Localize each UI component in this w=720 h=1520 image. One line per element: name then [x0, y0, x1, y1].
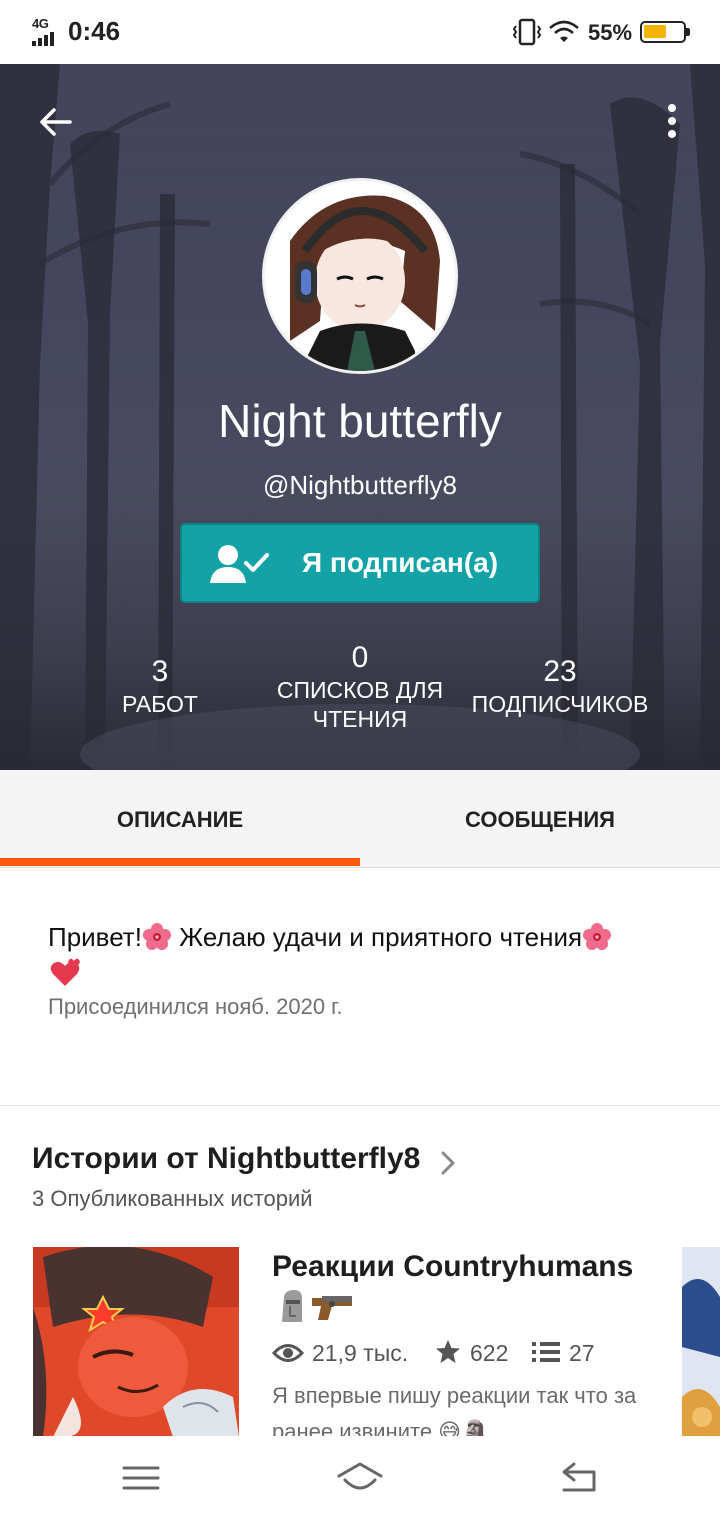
stat-followers-value: 23	[543, 655, 577, 688]
more-vertical-icon[interactable]	[658, 100, 686, 144]
bio-text: Привет! Желаю удачи и приятного чтения	[48, 918, 688, 994]
story-cover-next[interactable]	[682, 1247, 720, 1437]
story-cover[interactable]	[33, 1247, 239, 1437]
avatar[interactable]	[262, 178, 458, 374]
moai-icon	[282, 1290, 302, 1322]
tab-messages[interactable]: СООБЩЕНИЯ	[360, 770, 720, 868]
back-icon[interactable]	[554, 1458, 604, 1498]
user-check-icon	[210, 545, 269, 583]
two-hearts-icon	[50, 958, 80, 986]
stat-reading-lists-value: 0	[351, 641, 369, 674]
status-bar: 4G 0:46 55%	[0, 0, 720, 64]
network-type: 4G	[32, 16, 49, 31]
stat-works[interactable]: 3 РАБОТ	[60, 654, 260, 719]
active-tab-indicator	[0, 858, 360, 866]
following-button-label: Я подписан(а)	[302, 547, 499, 578]
menu-icon[interactable]	[116, 1458, 166, 1498]
story-reads: 21,9 тыс.	[312, 1340, 409, 1366]
story-parts: 27	[569, 1340, 595, 1366]
stat-followers-label: ПОДПИСЧИКОВ	[471, 691, 649, 717]
profile-header: Night butterfly @Nightbutterfly8 Я подпи…	[0, 64, 720, 770]
wifi-icon	[549, 20, 579, 42]
battery-icon	[640, 21, 690, 43]
joined-date: Присоединился нояб. 2020 г.	[48, 994, 343, 1019]
hibiscus-icon	[583, 923, 612, 950]
hibiscus-icon	[142, 923, 171, 950]
story-stats: 21,9 тыс. 622 27	[272, 1336, 672, 1370]
story-cover-next-image	[682, 1247, 720, 1437]
pistol-icon	[312, 1296, 352, 1320]
stat-works-value: 3	[151, 655, 169, 688]
stat-reading-lists-label: СПИСКОВ ДЛЯ ЧТЕНИЯ	[276, 677, 444, 732]
battery-percent: 55%	[588, 20, 633, 45]
back-arrow-button[interactable]	[34, 100, 78, 144]
chevron-right-icon[interactable]	[438, 1150, 458, 1176]
bio-text-part1: Привет!	[48, 922, 142, 952]
following-button[interactable]: Я подписан(а)	[180, 523, 540, 603]
signal-icon: 4G	[32, 16, 62, 46]
story-votes: 622	[470, 1340, 509, 1366]
story-title[interactable]: Реакции Countryhumans	[272, 1250, 633, 1284]
system-nav-bar	[0, 1436, 720, 1520]
tab-about[interactable]: ОПИСАНИЕ	[0, 770, 360, 868]
profile-name: Night butterfly	[218, 395, 502, 447]
profile-handle: @Nightbutterfly8	[262, 470, 458, 500]
eye-icon	[272, 1344, 304, 1362]
bio-text-part2: Желаю удачи и приятного чтения	[171, 922, 583, 952]
home-icon[interactable]	[335, 1458, 385, 1498]
profile-tabs: ОПИСАНИЕ СООБЩЕНИЯ	[0, 770, 720, 868]
stat-works-label: РАБОТ	[122, 691, 198, 717]
avatar-image	[265, 181, 455, 371]
story-title-emojis	[282, 1290, 352, 1322]
list-icon	[532, 1342, 560, 1362]
star-icon	[436, 1340, 460, 1363]
story-cover-image	[33, 1247, 239, 1437]
stat-followers[interactable]: 23 ПОДПИСЧИКОВ	[450, 654, 670, 719]
vibrate-icon	[512, 18, 542, 46]
about-section: Привет! Желаю удачи и приятного чтения П…	[0, 868, 720, 1106]
stories-heading[interactable]: Истории от Nightbutterfly8	[32, 1142, 420, 1176]
stories-count: 3 Опубликованных историй	[32, 1186, 313, 1211]
stat-reading-lists[interactable]: 0 СПИСКОВ ДЛЯ ЧТЕНИЯ	[260, 640, 460, 734]
clock: 0:46	[68, 16, 121, 46]
